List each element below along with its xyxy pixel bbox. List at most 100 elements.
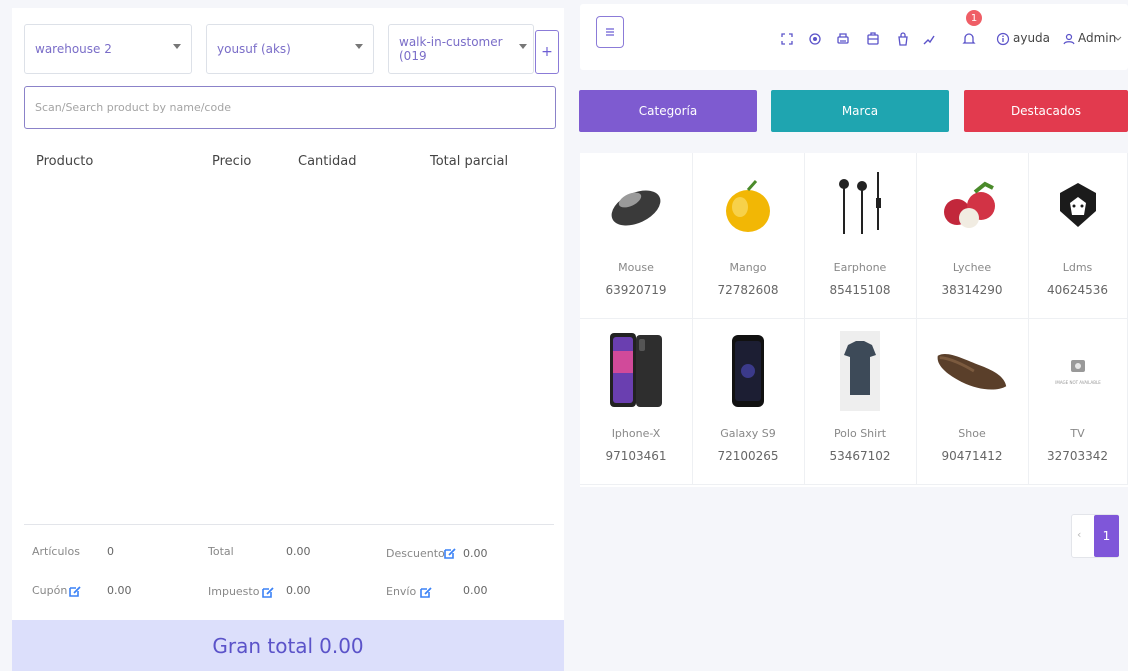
user-icon[interactable] (1062, 32, 1076, 46)
help-link[interactable]: ayuda (1013, 31, 1050, 45)
info-circle-icon[interactable] (996, 32, 1010, 46)
shoe-image (934, 329, 1010, 413)
camera-icon (1071, 359, 1085, 372)
pos-cart-panel: warehouse 2 yousuf (aks) walk-in-custome… (0, 0, 568, 671)
hamburger-menu-button[interactable] (596, 16, 624, 48)
customer-select[interactable]: walk-in-customer (019 (388, 24, 534, 74)
col-header-total-parcial: Total parcial (430, 154, 509, 169)
iphone-x-image (598, 329, 674, 413)
globe-icon[interactable] (808, 32, 822, 46)
product-name: Polo Shirt (833, 427, 887, 440)
tv-image-placeholder: IMAGE NOT AVAILABLE (1040, 329, 1116, 413)
grand-total-label: Gran total (212, 633, 314, 658)
product-code: 53467102 (829, 449, 891, 463)
earphone-image (822, 163, 898, 247)
pagination-prev-button[interactable]: ‹ (1077, 528, 1081, 541)
product-card-shoe[interactable]: Shoe 90471412 (916, 319, 1029, 485)
hamburger-icon (606, 28, 614, 36)
envio-value: 0.00 (463, 584, 488, 597)
warehouse-select[interactable]: warehouse 2 (24, 24, 192, 74)
product-name: Lychee (952, 261, 992, 274)
product-name: Mouse (618, 261, 654, 274)
product-code: 40624536 (1046, 283, 1109, 297)
bell-icon[interactable] (962, 32, 976, 46)
admin-user-menu[interactable]: Admin (1078, 31, 1116, 45)
customer-select-value: walk-in-customer (019 (399, 35, 503, 63)
chevron-down-icon (1114, 36, 1122, 41)
image-not-available-text: IMAGE NOT AVAILABLE (1055, 379, 1101, 385)
articulos-value: 0 (107, 545, 114, 558)
product-search-input[interactable]: Scan/Search product by name/code (24, 86, 556, 129)
product-name: Shoe (958, 427, 986, 440)
articulos-label: Artículos (32, 545, 80, 558)
product-name: Mango (729, 261, 767, 274)
total-label: Total (208, 545, 234, 558)
mango-image (710, 163, 786, 247)
product-card-lychee[interactable]: Lychee 38314290 (916, 153, 1029, 319)
product-code: 63920719 (605, 283, 667, 297)
product-card-mouse[interactable]: Mouse 63920719 (580, 153, 693, 319)
edit-impuesto-icon[interactable] (262, 586, 274, 598)
chart-line-icon[interactable] (922, 32, 936, 46)
product-card-mango[interactable]: Mango 72782608 (692, 153, 805, 319)
polo-shirt-image (822, 329, 898, 413)
chevron-down-icon (173, 44, 181, 49)
grand-total-bar: Gran total 0.00 (12, 620, 564, 671)
col-header-precio: Precio (212, 154, 252, 169)
calculator-icon[interactable] (866, 32, 880, 46)
summary-divider (24, 524, 554, 525)
grand-total-value: 0.00 (319, 633, 364, 658)
chevron-down-icon (519, 44, 527, 49)
product-code: 72782608 (717, 283, 779, 297)
marca-button[interactable]: Marca (771, 90, 949, 132)
product-code: 97103461 (605, 449, 667, 463)
categoria-button[interactable]: Categoría (579, 90, 757, 132)
product-code: 38314290 (941, 283, 1003, 297)
product-code: 90471412 (941, 449, 1003, 463)
chevron-down-icon (355, 44, 363, 49)
product-card-tv[interactable]: IMAGE NOT AVAILABLE TV 32703342 (1028, 319, 1128, 485)
product-card-polo-shirt[interactable]: Polo Shirt 53467102 (804, 319, 917, 485)
product-code: 72100265 (717, 449, 779, 463)
col-header-producto: Producto (36, 154, 94, 169)
product-card-earphone[interactable]: Earphone 85415108 (804, 153, 917, 319)
impuesto-value: 0.00 (286, 584, 311, 597)
descuento-label: Descuento (386, 547, 445, 560)
impuesto-label: Impuesto (208, 585, 260, 598)
galaxy-s9-image (710, 329, 786, 413)
ldms-lion-logo (1040, 163, 1116, 247)
product-name: Iphone-X (611, 427, 661, 440)
notification-badge: 1 (966, 10, 982, 26)
product-card-iphone-x[interactable]: Iphone-X 97103461 (580, 319, 693, 485)
user-select[interactable]: yousuf (aks) (206, 24, 374, 74)
product-card-galaxy-s9[interactable]: Galaxy S9 72100265 (692, 319, 805, 485)
cupon-value: 0.00 (107, 584, 132, 597)
fullscreen-icon[interactable] (780, 32, 794, 46)
bag-icon[interactable] (896, 32, 910, 46)
warehouse-select-value: warehouse 2 (35, 42, 112, 56)
edit-descuento-icon[interactable] (444, 547, 456, 559)
add-customer-button[interactable]: + (535, 30, 559, 74)
product-code: 85415108 (829, 283, 891, 297)
printer-icon[interactable] (836, 32, 850, 46)
mouse-image (598, 163, 674, 247)
product-name: Earphone (833, 261, 887, 274)
descuento-value: 0.00 (463, 547, 488, 560)
edit-cupon-icon[interactable] (69, 585, 81, 597)
product-name: TV (1070, 427, 1085, 440)
product-code: 32703342 (1046, 449, 1109, 463)
lychee-image (934, 163, 1010, 247)
pagination-page-1[interactable]: 1 (1094, 515, 1119, 557)
product-card-ldms[interactable]: Ldms 40624536 (1028, 153, 1128, 319)
destacados-button[interactable]: Destacados (964, 90, 1128, 132)
envio-label: Envío (386, 585, 417, 598)
col-header-cantidad: Cantidad (298, 154, 357, 169)
product-name: Galaxy S9 (720, 427, 776, 440)
cupon-label: Cupón (32, 584, 68, 597)
user-select-value: yousuf (aks) (217, 42, 291, 56)
search-placeholder: Scan/Search product by name/code (35, 101, 231, 114)
total-value: 0.00 (286, 545, 311, 558)
product-grid: Mouse 63920719 Mango 72782608 Earphone 8… (580, 153, 1128, 487)
edit-envio-icon[interactable] (420, 586, 432, 598)
product-name: Ldms (1062, 261, 1093, 274)
